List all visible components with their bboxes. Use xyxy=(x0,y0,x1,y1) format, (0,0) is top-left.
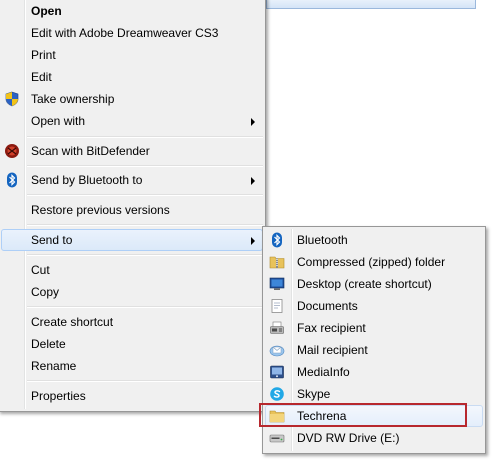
menu-item-label: Take ownership xyxy=(31,92,115,106)
menu-item-send-by-bluetooth[interactable]: Send by Bluetooth to xyxy=(1,169,263,191)
menu-separator xyxy=(27,254,263,256)
bluetooth-icon xyxy=(4,172,20,188)
submenu-arrow-icon xyxy=(251,237,255,245)
background-window-edge xyxy=(266,0,476,9)
menu-item-label: Edit xyxy=(31,70,52,84)
menu-separator xyxy=(27,380,263,382)
menu-item-delete[interactable]: Delete xyxy=(1,333,263,355)
menu-separator xyxy=(27,224,263,226)
menu-item-label: Documents xyxy=(297,299,358,313)
menu-item-label: Bluetooth xyxy=(297,233,348,247)
menu-separator xyxy=(27,306,263,308)
sendto-item-skype[interactable]: Skype xyxy=(265,383,483,405)
menu-item-open-with[interactable]: Open with xyxy=(1,110,263,132)
sendto-item-compressed-folder[interactable]: Compressed (zipped) folder xyxy=(265,251,483,273)
context-menu: Open Edit with Adobe Dreamweaver CS3 Pri… xyxy=(0,0,266,412)
mediainfo-icon xyxy=(269,364,285,380)
sendto-item-bluetooth[interactable]: Bluetooth xyxy=(265,229,483,251)
menu-item-scan-bitdefender[interactable]: Scan with BitDefender xyxy=(1,140,263,162)
menu-separator xyxy=(27,165,263,167)
menu-item-label: Skype xyxy=(297,387,331,401)
desktop-icon xyxy=(269,276,285,292)
menu-separator xyxy=(27,194,263,196)
menu-item-create-shortcut[interactable]: Create shortcut xyxy=(1,311,263,333)
bluetooth-icon xyxy=(269,232,285,248)
menu-item-rename[interactable]: Rename xyxy=(1,355,263,377)
menu-item-label: Desktop (create shortcut) xyxy=(297,277,432,291)
zip-folder-icon xyxy=(269,254,285,270)
menu-item-label: Cut xyxy=(31,263,50,277)
menu-item-label: Rename xyxy=(31,359,77,373)
sendto-item-mediainfo[interactable]: MediaInfo xyxy=(265,361,483,383)
menu-item-label: Mail recipient xyxy=(297,343,368,357)
dvd-drive-icon xyxy=(269,430,285,446)
bitdefender-icon xyxy=(4,143,20,159)
menu-item-label: Open xyxy=(31,4,62,18)
submenu-arrow-icon xyxy=(251,118,255,126)
menu-item-properties[interactable]: Properties xyxy=(1,385,263,407)
menu-item-take-ownership[interactable]: Take ownership xyxy=(1,88,263,110)
menu-item-label: Edit with Adobe Dreamweaver CS3 xyxy=(31,26,219,40)
menu-item-label: Scan with BitDefender xyxy=(31,144,150,158)
menu-item-label: Send to xyxy=(31,233,73,247)
menu-item-copy[interactable]: Copy xyxy=(1,281,263,303)
menu-item-edit-with-dreamweaver[interactable]: Edit with Adobe Dreamweaver CS3 xyxy=(1,22,263,44)
sendto-item-desktop[interactable]: Desktop (create shortcut) xyxy=(265,273,483,295)
menu-item-open[interactable]: Open xyxy=(1,0,263,22)
menu-item-label: Fax recipient xyxy=(297,321,366,335)
sendto-item-dvd-drive[interactable]: DVD RW Drive (E:) xyxy=(265,427,483,449)
documents-icon xyxy=(269,298,285,314)
menu-item-label: Print xyxy=(31,48,56,62)
menu-item-label: Delete xyxy=(31,337,66,351)
uac-shield-icon xyxy=(4,91,20,107)
menu-item-label: Compressed (zipped) folder xyxy=(297,255,446,269)
fax-icon xyxy=(269,320,285,336)
menu-item-label: Restore previous versions xyxy=(31,203,170,217)
annotation-highlight-box xyxy=(259,403,467,427)
menu-item-restore-previous-versions[interactable]: Restore previous versions xyxy=(1,199,263,221)
submenu-arrow-icon xyxy=(251,177,255,185)
menu-item-label: Send by Bluetooth to xyxy=(31,173,143,187)
menu-item-edit[interactable]: Edit xyxy=(1,66,263,88)
menu-item-label: Copy xyxy=(31,285,60,299)
menu-separator xyxy=(27,136,263,138)
menu-item-label: Properties xyxy=(31,389,86,403)
menu-item-send-to[interactable]: Send to xyxy=(1,229,263,251)
menu-item-cut[interactable]: Cut xyxy=(1,259,263,281)
sendto-item-fax-recipient[interactable]: Fax recipient xyxy=(265,317,483,339)
menu-item-print[interactable]: Print xyxy=(1,44,263,66)
menu-item-label: Open with xyxy=(31,114,86,128)
sendto-item-mail-recipient[interactable]: Mail recipient xyxy=(265,339,483,361)
menu-item-label: MediaInfo xyxy=(297,365,350,379)
menu-item-label: Create shortcut xyxy=(31,315,114,329)
skype-icon xyxy=(269,386,285,402)
sendto-item-documents[interactable]: Documents xyxy=(265,295,483,317)
mail-icon xyxy=(269,342,285,358)
menu-item-label: DVD RW Drive (E:) xyxy=(297,431,400,445)
